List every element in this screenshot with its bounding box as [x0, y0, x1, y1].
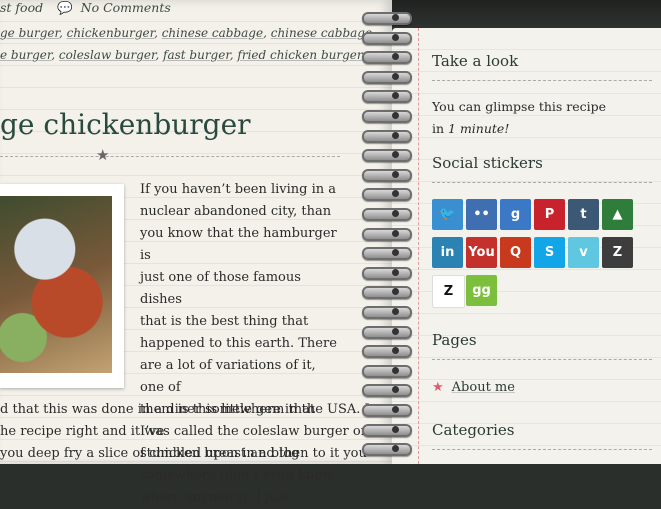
notebook-cover	[392, 0, 661, 30]
spiral-ring	[362, 51, 412, 65]
spiral-ring	[362, 149, 412, 163]
spiral-ring	[362, 247, 412, 261]
star-bullet-icon: ★	[432, 380, 444, 395]
tag-link[interactable]: fried chicken burger	[237, 48, 361, 62]
body-line: If you haven’t been living in a	[140, 182, 337, 197]
post-body-continued: d that this was done in a diner somewher…	[0, 399, 370, 465]
take-a-look-text: You can glimpse this recipe in 1 minute!	[432, 96, 622, 140]
zerply-icon[interactable]: Z	[602, 237, 633, 268]
widget-title-categories: Categories	[432, 421, 515, 439]
widget-divider	[432, 80, 652, 81]
twitter-icon[interactable]: 🐦	[432, 199, 463, 230]
widget-title-social: Social stickers	[432, 154, 543, 172]
widget-title-pages: Pages	[432, 331, 477, 349]
binding-hole	[392, 229, 399, 237]
body-line: are a lot of variations of it, one of	[140, 358, 316, 395]
widget-divider	[432, 449, 652, 450]
post-tags: ge burger, chickenburger, chinese cabbag…	[0, 26, 373, 62]
pages-item-label[interactable]: About me	[452, 380, 515, 395]
spiral-ring	[362, 384, 412, 398]
tag-link[interactable]: e burger	[0, 48, 51, 62]
take-a-look-duration: 1 minute!	[448, 121, 510, 136]
widget-divider	[432, 182, 652, 183]
qik-icon[interactable]: Q	[500, 237, 531, 268]
binding-hole	[392, 268, 399, 276]
body-line: that is the best thing that	[140, 314, 309, 329]
pages-item-about-me[interactable]: ★ About me	[432, 380, 515, 395]
body-line: you know that the hamburger is	[140, 226, 337, 263]
binding-hole	[392, 406, 399, 413]
spiral-ring	[362, 404, 412, 417]
spiral-ring	[362, 12, 412, 25]
forrst-icon[interactable]: ▲	[602, 199, 633, 230]
body-line: d that this was done in a diner somewher…	[0, 402, 370, 417]
body-line: you deep fry a slice of chicken breast a…	[0, 446, 367, 461]
tag-link[interactable]: fast burger	[163, 48, 230, 62]
post-title[interactable]: ge chickenburger	[0, 108, 251, 141]
tag-link[interactable]: chinese cabbage	[271, 26, 372, 40]
tumblr-icon[interactable]: t	[568, 199, 599, 230]
widget-divider	[432, 359, 652, 360]
tag-link[interactable]: coleslaw burger	[59, 48, 155, 62]
spiral-ring	[362, 423, 412, 437]
binding-hole	[392, 112, 399, 119]
comment-icon: 💬	[57, 0, 73, 15]
binding-hole	[392, 170, 399, 178]
binding-hole	[392, 33, 399, 41]
binding-hole	[392, 366, 399, 374]
spiral-ring	[362, 110, 412, 123]
body-line: somewhere (don’t even know	[140, 468, 334, 483]
post-category-link[interactable]: st food	[0, 0, 43, 15]
post-meta: st food 💬 No Comments	[0, 0, 171, 16]
pinterest-icon[interactable]: P	[534, 199, 565, 230]
spiral-ring	[362, 168, 412, 182]
binding-hole	[392, 72, 399, 80]
body-line: nuclear abandoned city, than	[140, 204, 332, 219]
spiral-ring	[362, 31, 412, 45]
linkedin-icon[interactable]: in	[432, 237, 463, 268]
binding-hole	[392, 131, 399, 139]
tag-link[interactable]: ge burger	[0, 26, 59, 40]
spiral-ring	[362, 443, 412, 457]
spiral-ring	[362, 70, 412, 84]
spiral-ring	[362, 345, 412, 359]
burger-photo[interactable]	[0, 196, 112, 373]
flickr-icon[interactable]: ••	[466, 199, 497, 230]
body-line: he recipe right and it was called the co…	[0, 424, 367, 439]
spiral-ring	[362, 364, 412, 378]
google-icon[interactable]: g	[500, 199, 531, 230]
skype-icon[interactable]: S	[534, 237, 565, 268]
tag-link[interactable]: chinese cabbage	[162, 26, 263, 40]
spiral-ring	[362, 227, 412, 241]
spiral-ring	[362, 286, 412, 300]
binding-hole	[392, 308, 399, 315]
binding-hole	[392, 327, 399, 335]
spiral-ring	[362, 266, 412, 280]
title-divider	[0, 156, 340, 158]
binding-hole	[392, 210, 399, 217]
body-line: happened to this earth. There	[140, 336, 337, 351]
spiral-ring	[362, 188, 412, 202]
body-line: just one of those famous dishes	[140, 270, 301, 307]
binding-hole	[392, 14, 399, 21]
spiral-ring	[362, 325, 412, 339]
spiral-binding	[362, 8, 422, 464]
spiral-ring	[362, 208, 412, 221]
spiral-ring	[362, 90, 412, 104]
spiral-ring	[362, 306, 412, 319]
gowalla-icon[interactable]: gg	[466, 275, 497, 306]
binding-hole	[392, 425, 399, 433]
spiral-ring	[362, 129, 412, 143]
post-photo-frame	[0, 184, 124, 388]
zootool-icon[interactable]: Z	[432, 275, 465, 308]
body-line: where anymore), I just	[140, 490, 290, 505]
vimeo-icon[interactable]: v	[568, 237, 599, 268]
youtube-icon[interactable]: You	[466, 237, 497, 268]
comments-link[interactable]: No Comments	[81, 0, 171, 15]
tag-link[interactable]: chickenburger	[67, 26, 154, 40]
star-icon: ★	[96, 146, 110, 164]
widget-title-take-a-look: Take a look	[432, 52, 519, 70]
